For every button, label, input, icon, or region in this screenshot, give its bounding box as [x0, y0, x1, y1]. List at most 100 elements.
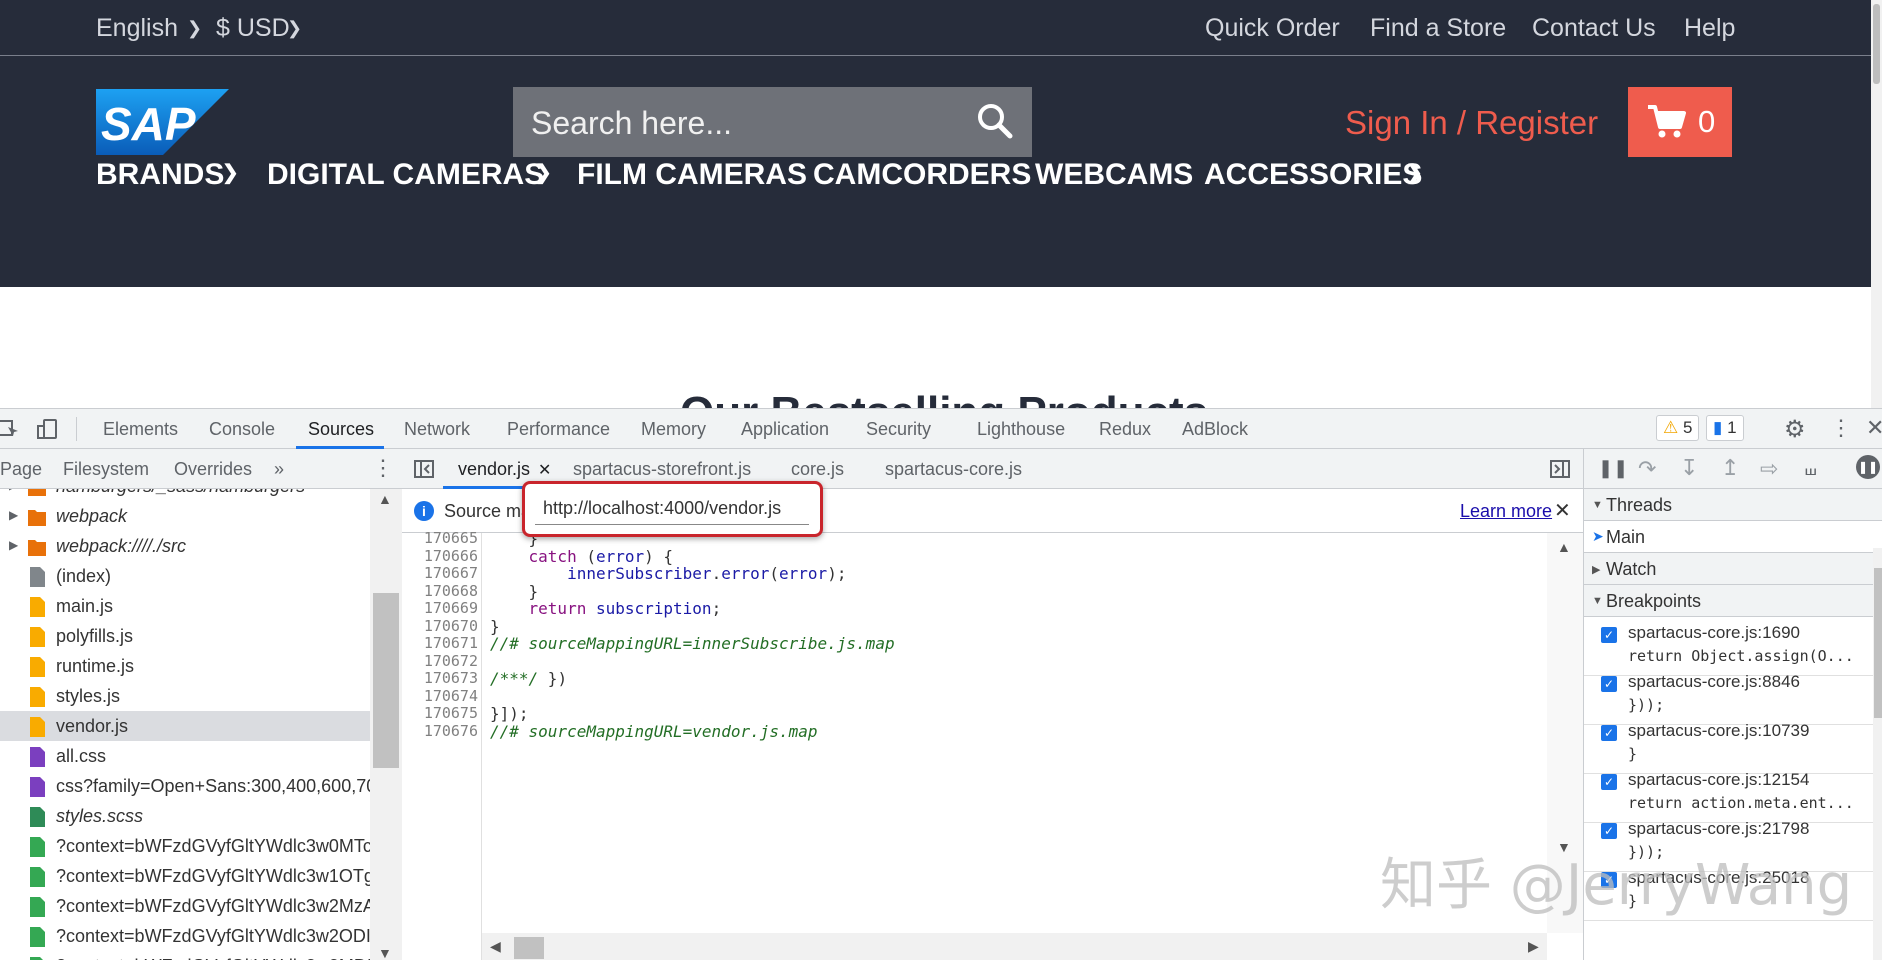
breakpoint-checkbox[interactable]: ✓	[1601, 774, 1617, 790]
pause-icon[interactable]: ❚❚	[1598, 458, 1628, 479]
tree-folder[interactable]: ▶ hamburgers/_sass/hamburgers	[0, 489, 370, 501]
tab-security[interactable]: Security	[866, 419, 931, 440]
tree-file[interactable]: runtime.js	[0, 651, 370, 681]
watch-section[interactable]: ▶ Watch	[1584, 553, 1882, 585]
tab-application[interactable]: Application	[741, 419, 829, 440]
nav-film-cameras[interactable]: FILM CAMERAS	[577, 158, 807, 192]
toggle-navigator-icon[interactable]	[414, 460, 434, 478]
editor-hscrollbar[interactable]: ◀ ▶	[482, 933, 1547, 960]
deactivate-breakpoints-icon[interactable]: ⧢	[1805, 455, 1817, 481]
warnings-badge[interactable]: ⚠ 5	[1656, 415, 1700, 441]
contact-us-link[interactable]: Contact Us	[1532, 14, 1656, 43]
line-number[interactable]: 170665	[402, 529, 478, 547]
pause-on-exceptions-icon[interactable]: ❚❚	[1856, 455, 1880, 479]
help-link[interactable]: Help	[1684, 14, 1735, 43]
search-icon[interactable]	[976, 102, 1014, 140]
find-store-link[interactable]: Find a Store	[1370, 14, 1506, 43]
more-vertical-icon[interactable]: ⋮	[1830, 415, 1852, 441]
tree-file[interactable]: styles.scss	[0, 801, 370, 831]
line-number[interactable]: 170676	[402, 722, 478, 740]
scroll-up-icon[interactable]: ▲	[378, 491, 392, 507]
currency-selector[interactable]: $ USD	[216, 14, 290, 43]
tree-file[interactable]: styles.js	[0, 681, 370, 711]
tree-file[interactable]: css?family=Open+Sans:300,400,600,700	[0, 771, 370, 801]
sign-in-link[interactable]: Sign In / Register	[1345, 104, 1598, 142]
line-number[interactable]: 170668	[402, 582, 478, 600]
close-icon[interactable]: ✕	[1866, 415, 1882, 441]
navigator-scrollbar[interactable]: ▲ ▼	[370, 489, 402, 960]
line-number[interactable]: 170671	[402, 634, 478, 652]
scroll-up-icon[interactable]: ▲	[1557, 539, 1571, 555]
tree-file[interactable]: ?context=bWFzdGVyfGltYWdlc3w0MTcw	[0, 831, 370, 861]
tab-elements[interactable]: Elements	[103, 419, 178, 440]
step-icon[interactable]: ⇨	[1760, 456, 1778, 482]
step-into-icon[interactable]: ↧	[1680, 455, 1698, 481]
line-number[interactable]: 170675	[402, 704, 478, 722]
code-line[interactable]: /***/ })	[490, 669, 567, 689]
step-out-icon[interactable]: ↥	[1721, 455, 1739, 481]
inspect-element-icon[interactable]	[0, 420, 20, 438]
line-number[interactable]: 170667	[402, 564, 478, 582]
breakpoints-section[interactable]: ▼ Breakpoints	[1584, 585, 1882, 617]
tree-file[interactable]: all.css	[0, 741, 370, 771]
line-number[interactable]: 170670	[402, 617, 478, 635]
tree-file[interactable]: polyfills.js	[0, 621, 370, 651]
file-tab-vendor[interactable]: vendor.js	[458, 459, 530, 480]
quick-order-link[interactable]: Quick Order	[1205, 14, 1340, 43]
breakpoint-checkbox[interactable]: ✓	[1601, 725, 1617, 741]
more-vertical-icon[interactable]: ⋮	[372, 455, 394, 481]
device-toolbar-icon[interactable]	[36, 418, 58, 440]
step-over-icon[interactable]: ↷	[1638, 456, 1656, 482]
navigator-tab-filesystem[interactable]: Filesystem	[63, 459, 149, 480]
tab-lighthouse[interactable]: Lighthouse	[977, 419, 1065, 440]
tree-folder[interactable]: ▶ webpack	[0, 501, 370, 531]
scroll-right-icon[interactable]: ▶	[1528, 938, 1539, 955]
learn-more-link[interactable]: Learn more	[1460, 501, 1552, 522]
threads-section[interactable]: ▼ Threads	[1584, 489, 1882, 521]
line-number[interactable]: 170666	[402, 547, 478, 565]
search-box[interactable]: Search here...	[513, 87, 1032, 157]
nav-webcams[interactable]: WEBCAMS	[1035, 158, 1193, 192]
breakpoint-checkbox[interactable]: ✓	[1601, 627, 1617, 643]
source-url-popup[interactable]: http://localhost:4000/vendor.js	[522, 481, 823, 537]
nav-camcorders[interactable]: CAMCORDERS	[813, 158, 1031, 192]
code-line[interactable]: //# sourceMappingURL=vendor.js.map	[490, 722, 818, 742]
tree-folder[interactable]: ▶ webpack:////./src	[0, 531, 370, 561]
tree-file[interactable]: (index)	[0, 561, 370, 591]
line-number[interactable]: 170673	[402, 669, 478, 687]
line-number[interactable]: 170669	[402, 599, 478, 617]
toggle-debugger-icon[interactable]	[1550, 460, 1570, 478]
breakpoint-checkbox[interactable]: ✓	[1601, 676, 1617, 692]
nav-accessories[interactable]: ACCESSORIES	[1204, 158, 1422, 192]
search-input[interactable]: Search here...	[531, 105, 732, 142]
scroll-down-icon[interactable]: ▼	[378, 945, 392, 960]
nav-brands[interactable]: BRANDS	[96, 158, 224, 192]
expand-arrow-icon[interactable]: ▶	[9, 508, 18, 522]
tab-sources[interactable]: Sources	[308, 419, 374, 440]
tab-console[interactable]: Console	[209, 419, 275, 440]
tree-file[interactable]: main.js	[0, 591, 370, 621]
tab-adblock[interactable]: AdBlock	[1182, 419, 1248, 440]
code-line[interactable]: return subscription;	[490, 599, 722, 619]
close-tab-icon[interactable]: ✕	[538, 460, 551, 480]
tab-redux[interactable]: Redux	[1099, 419, 1151, 440]
more-tabs-icon[interactable]: »	[274, 459, 284, 480]
expand-arrow-icon[interactable]: ▶	[9, 489, 18, 492]
breakpoint-checkbox[interactable]: ✓	[1601, 823, 1617, 839]
source-url[interactable]: http://localhost:4000/vendor.js	[543, 498, 781, 519]
tree-file[interactable]: ?context=bWFzdGVyfGltYWdlc3w2ODIx	[0, 921, 370, 951]
file-tab-spartacus-core[interactable]: spartacus-core.js	[885, 459, 1022, 480]
scroll-left-icon[interactable]: ◀	[490, 938, 501, 955]
messages-badge[interactable]: ▮ 1	[1706, 415, 1744, 441]
gear-icon[interactable]: ⚙	[1784, 415, 1806, 444]
code-line[interactable]: //# sourceMappingURL=innerSubscribe.js.m…	[490, 634, 895, 654]
navigator-tab-overrides[interactable]: Overrides	[174, 459, 252, 480]
tab-performance[interactable]: Performance	[507, 419, 610, 440]
tree-file[interactable]: vendor.js	[0, 711, 370, 741]
tab-memory[interactable]: Memory	[641, 419, 706, 440]
close-icon[interactable]: ✕	[1554, 498, 1571, 523]
file-tab-core[interactable]: core.js	[791, 459, 844, 480]
page-scrollbar[interactable]	[1871, 0, 1882, 408]
debugger-scrollbar[interactable]	[1873, 548, 1882, 960]
navigator-tab-page[interactable]: Page	[0, 459, 42, 480]
